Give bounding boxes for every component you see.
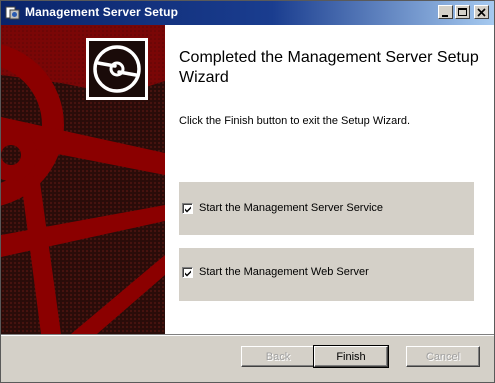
checkmark-icon: [185, 206, 191, 213]
back-button[interactable]: Back: [241, 346, 315, 367]
installer-icon[interactable]: [5, 5, 20, 20]
start-web-server-checkbox[interactable]: [182, 267, 193, 278]
page-title: Completed the Management Server Setup Wi…: [179, 49, 479, 86]
checkmark-icon: [185, 270, 191, 277]
start-service-label[interactable]: Start the Management Server Service: [199, 202, 383, 214]
disc-logo-icon: [89, 41, 145, 97]
footer-divider: [1, 334, 494, 336]
close-button[interactable]: [474, 5, 489, 19]
start-service-checkbox[interactable]: [182, 203, 193, 214]
option-panel-web: Start the Management Web Server: [179, 248, 474, 301]
instruction-text: Click the Finish button to exit the Setu…: [179, 115, 411, 127]
title-bar[interactable]: Management Server Setup: [1, 1, 494, 25]
finish-button[interactable]: Finish: [313, 345, 389, 368]
close-icon: [477, 8, 486, 17]
window-title: Management Server Setup: [25, 5, 179, 19]
cancel-button[interactable]: Cancel: [406, 346, 480, 367]
setup-logo: [86, 38, 148, 100]
option-panel-service: Start the Management Server Service: [179, 182, 474, 235]
maximize-icon: [458, 8, 467, 16]
setup-window: Management Server Setup Completed the Ma…: [0, 0, 495, 383]
minimize-icon: [442, 15, 448, 17]
maximize-button[interactable]: [455, 5, 470, 19]
minimize-button[interactable]: [438, 5, 453, 19]
start-web-server-label[interactable]: Start the Management Web Server: [199, 266, 369, 278]
